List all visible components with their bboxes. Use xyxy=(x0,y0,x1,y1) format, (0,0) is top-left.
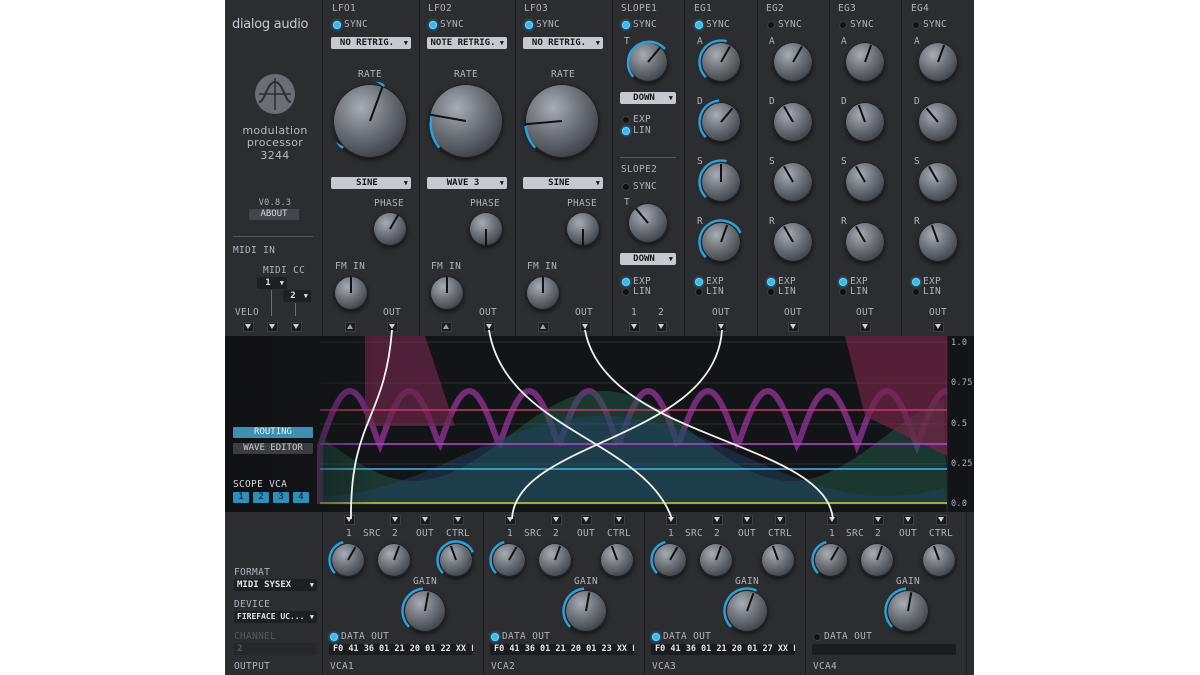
modulation-processor-window: dialog audio modulation processor 3244 V… xyxy=(225,0,974,675)
cable-eg1-vca2 xyxy=(512,330,722,519)
patch-cables xyxy=(225,0,974,675)
cable-lfo1-vca1 xyxy=(351,330,392,519)
cable-lfo3-vca4 xyxy=(585,330,833,519)
cable-lfo2-vca3 xyxy=(489,330,672,519)
